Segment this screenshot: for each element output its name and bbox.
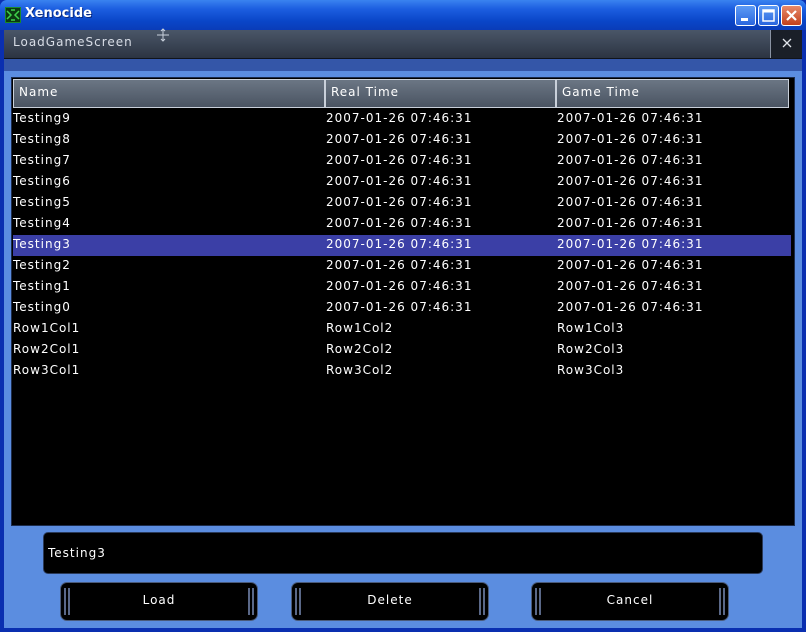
cell-real-time: Row2Col2 [326, 342, 394, 356]
cell-real-time: 2007-01-26 07:46:31 [326, 132, 473, 146]
cell-game-time: 2007-01-26 07:46:31 [557, 153, 704, 167]
cell-real-time: 2007-01-26 07:46:31 [326, 153, 473, 167]
load-button-label: Load [142, 593, 176, 607]
table-row[interactable]: Testing4 2007-01-26 07:46:31 2007-01-26 07… [13, 214, 791, 235]
screen-title: LoadGameScreen [13, 35, 133, 49]
cell-game-time: 2007-01-26 07:46:31 [557, 258, 704, 272]
cell-game-time: 2007-01-26 07:46:31 [557, 237, 704, 251]
cell-game-time: 2007-01-26 07:46:31 [557, 300, 704, 314]
table-row[interactable]: Testing1 2007-01-26 07:46:31 2007-01-26 07… [13, 277, 791, 298]
cell-game-time: Row2Col3 [557, 342, 625, 356]
client-area: LoadGameScreen Name Real Time Game Time … [4, 28, 802, 628]
table-row[interactable]: Testing6 2007-01-26 07:46:31 2007-01-26 07… [13, 172, 791, 193]
filename-field[interactable] [43, 532, 766, 574]
cell-real-time: 2007-01-26 07:46:31 [326, 195, 473, 209]
cell-real-time: 2007-01-26 07:46:31 [326, 237, 473, 251]
cell-real-time: 2007-01-26 07:46:31 [326, 174, 473, 188]
app-icon [5, 7, 21, 23]
cell-name: Testing4 [13, 216, 71, 230]
cell-name: Testing0 [13, 300, 71, 314]
cell-real-time: 2007-01-26 07:46:31 [326, 258, 473, 272]
load-button[interactable]: Load [60, 582, 258, 621]
table-row[interactable]: Row3Col1 Row3Col2 Row3Col3 [13, 361, 791, 382]
app-window: Xenocide LoadGameScreen Name Real Time G… [0, 0, 806, 632]
maximize-button[interactable] [758, 5, 779, 26]
cell-real-time: 2007-01-26 07:46:31 [326, 216, 473, 230]
screen-close-button[interactable] [770, 30, 802, 58]
table-row[interactable]: Testing9 2007-01-26 07:46:31 2007-01-26 07… [13, 109, 791, 130]
cancel-button-label: Cancel [606, 593, 654, 607]
cell-real-time: Row1Col2 [326, 321, 394, 335]
close-icon [782, 38, 791, 48]
panel-band [4, 59, 802, 71]
cell-name: Testing1 [13, 279, 71, 293]
filename-input[interactable] [44, 533, 766, 573]
delete-button[interactable]: Delete [291, 582, 489, 621]
cell-name: Row2Col1 [13, 342, 81, 356]
move-icon[interactable] [156, 28, 170, 42]
cell-game-time: 2007-01-26 07:46:31 [557, 132, 704, 146]
cell-real-time: 2007-01-26 07:46:31 [326, 300, 473, 314]
column-header-game-time[interactable]: Game Time [556, 79, 789, 108]
table-row[interactable]: Testing2 2007-01-26 07:46:31 2007-01-26 07… [13, 256, 791, 277]
cell-game-time: Row1Col3 [557, 321, 625, 335]
grid-header: Name Real Time Game Time [13, 79, 793, 108]
cell-name: Testing7 [13, 153, 71, 167]
table-row[interactable]: Testing3 2007-01-26 07:46:31 2007-01-26 07… [13, 235, 791, 256]
cell-name: Testing6 [13, 174, 71, 188]
window-title: Xenocide [25, 6, 92, 21]
cell-name: Testing8 [13, 132, 71, 146]
cell-real-time: Row3Col2 [326, 363, 394, 377]
screen-header[interactable]: LoadGameScreen [4, 28, 802, 59]
cell-game-time: 2007-01-26 07:46:31 [557, 216, 704, 230]
button-grip [479, 588, 485, 615]
cell-game-time: 2007-01-26 07:46:31 [557, 111, 704, 125]
savegame-grid[interactable]: Name Real Time Game Time Testing9 2007-01… [11, 77, 795, 526]
cell-game-time: 2007-01-26 07:46:31 [557, 174, 704, 188]
table-row[interactable]: Testing7 2007-01-26 07:46:31 2007-01-26 07… [13, 151, 791, 172]
button-grip [248, 588, 254, 615]
cell-real-time: 2007-01-26 07:46:31 [326, 111, 473, 125]
table-row[interactable]: Row1Col1 Row1Col2 Row1Col3 [13, 319, 791, 340]
cell-name: Testing5 [13, 195, 71, 209]
table-row[interactable]: Testing5 2007-01-26 07:46:31 2007-01-26 07… [13, 193, 791, 214]
cell-name: Row3Col1 [13, 363, 81, 377]
cell-name: Testing9 [13, 111, 71, 125]
cell-game-time: Row3Col3 [557, 363, 625, 377]
cell-real-time: 2007-01-26 07:46:31 [326, 279, 473, 293]
cell-game-time: 2007-01-26 07:46:31 [557, 279, 704, 293]
minimize-button[interactable] [735, 5, 756, 26]
cell-game-time: 2007-01-26 07:46:31 [557, 195, 704, 209]
cell-name: Testing2 [13, 258, 71, 272]
cell-name: Row1Col1 [13, 321, 81, 335]
delete-button-label: Delete [367, 593, 413, 607]
title-bar[interactable]: Xenocide [0, 0, 806, 30]
cancel-button[interactable]: Cancel [531, 582, 729, 621]
button-grip [719, 588, 725, 615]
table-row[interactable]: Testing0 2007-01-26 07:46:31 2007-01-26 07… [13, 298, 791, 319]
cell-name: Testing3 [13, 237, 71, 251]
column-header-real-time[interactable]: Real Time [325, 79, 556, 108]
column-header-name[interactable]: Name [13, 79, 325, 108]
table-row[interactable]: Testing8 2007-01-26 07:46:31 2007-01-26 07… [13, 130, 791, 151]
table-row[interactable]: Row2Col1 Row2Col2 Row2Col3 [13, 340, 791, 361]
close-button[interactable] [781, 5, 802, 26]
